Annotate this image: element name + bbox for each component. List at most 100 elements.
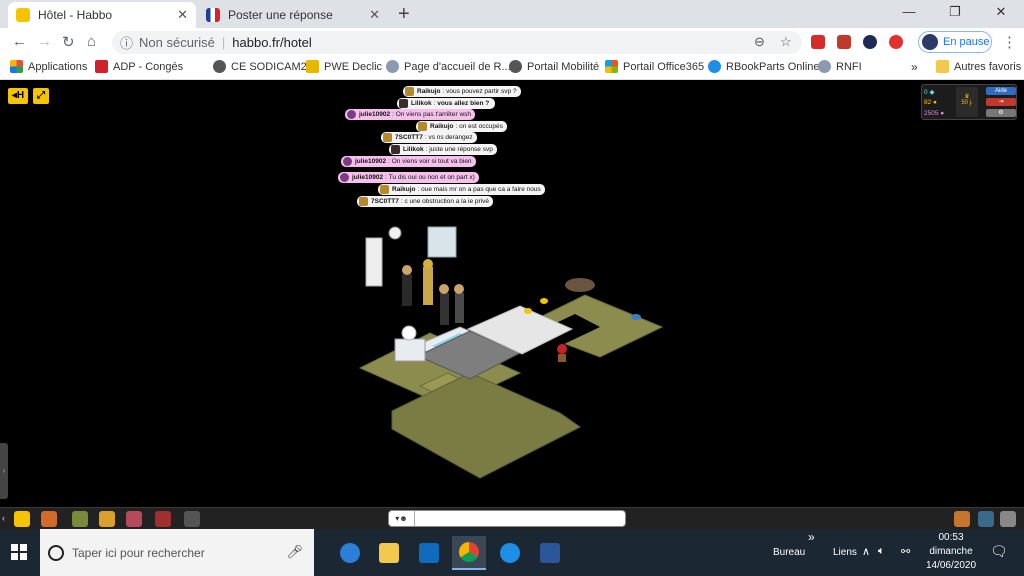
url-text[interactable]: habbo.fr/hotel — [232, 35, 312, 50]
search-placeholder: Taper ici pour rechercher — [72, 545, 205, 560]
bookmark-pwe-declic[interactable]: PWE Declic — [306, 60, 382, 73]
bookmark-rnfi[interactable]: RNFI — [818, 60, 862, 73]
forward-button[interactable]: → — [37, 33, 52, 50]
bookmark-applications[interactable]: Applications — [10, 60, 87, 73]
chat-input-box[interactable]: ▾ ☻ — [388, 510, 626, 527]
taskbar-clock[interactable]: 00:53 dimanche 14/06/2020 — [918, 531, 984, 573]
chat-bubble[interactable]: 7SC0TT7: c une obstruction a la ie privé — [357, 196, 494, 207]
bookmark-other-favorites[interactable]: Autres favoris — [936, 60, 1021, 73]
search-friends-icon[interactable] — [978, 511, 994, 527]
friends-icon[interactable] — [954, 511, 970, 527]
shop-icon[interactable] — [72, 511, 88, 527]
club-days: 50 j. — [961, 100, 973, 106]
address-bar[interactable]: ⓘ Non sécurisé | habbo.fr/hotel ⊖ ☆ — [112, 31, 802, 54]
chat-username: Raikujo — [430, 123, 454, 130]
chat-bubble[interactable]: 7SC0TT7: vs ns derangez — [381, 132, 477, 143]
info-icon[interactable]: ⓘ — [120, 33, 133, 52]
chat-input[interactable] — [415, 513, 625, 524]
bookmarks-overflow-button[interactable]: » — [911, 60, 918, 74]
close-window-button[interactable]: ✕ — [978, 4, 1024, 20]
file-explorer-icon[interactable] — [372, 536, 406, 570]
microphone-icon[interactable]: 🎤︎ — [286, 544, 303, 560]
settings-button[interactable]: ⚙ — [986, 109, 1016, 117]
room-scene[interactable] — [0, 81, 1024, 507]
new-tab-button[interactable]: + — [398, 3, 410, 26]
chat-bubble[interactable]: Raikujo: vous pouvez partir svp ? — [403, 86, 521, 97]
camera-icon[interactable] — [184, 511, 200, 527]
show-hidden-icons-button[interactable]: ∧ — [862, 545, 870, 558]
achievements-icon[interactable] — [155, 511, 171, 527]
taskbar-overflow-button[interactable]: » — [808, 530, 815, 544]
chat-bubble[interactable]: julie10902: Tu dis oui ou non et on part… — [338, 172, 479, 183]
bookmark-label: RNFI — [836, 60, 862, 73]
extension-icon[interactable] — [863, 35, 877, 49]
chat-style-selector[interactable]: ▾ ☻ — [389, 511, 415, 526]
word-icon[interactable] — [533, 536, 567, 570]
messenger-icon[interactable] — [1000, 511, 1016, 527]
inventory-icon[interactable] — [99, 511, 115, 527]
chrome-menu-icon[interactable]: ⋮ — [1002, 33, 1017, 51]
hotel-view-icon[interactable] — [14, 511, 30, 527]
bookmark-ce-sodicam2[interactable]: CE SODICAM2 — [213, 60, 307, 73]
bookmark-star-icon[interactable]: ☆ — [780, 34, 792, 50]
taskbar-search-box[interactable]: Taper ici pour rechercher 🎤︎ — [40, 529, 314, 576]
reload-button[interactable]: ↻ — [62, 33, 75, 51]
screen: Hôtel - Habbo ✕ Poster une réponse ✕ + —… — [0, 0, 1024, 576]
club-status[interactable]: ♛ 50 j. — [956, 87, 978, 117]
youtube-extension-icon[interactable] — [811, 35, 825, 49]
chrome-icon[interactable] — [452, 536, 486, 570]
restore-button[interactable]: ❐ — [932, 4, 978, 20]
windows-start-icon[interactable] — [11, 544, 27, 560]
tab-poster-reponse[interactable]: Poster une réponse ✕ — [198, 2, 388, 28]
notifications-icon[interactable]: 🗨︎ — [990, 543, 1008, 560]
avatar-head — [439, 284, 449, 294]
tab-habbo[interactable]: Hôtel - Habbo ✕ — [8, 2, 196, 28]
chat-bubble[interactable]: julie10902: On viens voir si tout va bie… — [341, 156, 476, 167]
salesforce-cloud-icon — [708, 60, 721, 73]
collapse-toolbar-icon[interactable]: ‹ — [2, 513, 5, 523]
back-button[interactable]: ← — [12, 33, 27, 50]
network-icon[interactable]: ⚯ — [901, 545, 910, 558]
bookmark-portail-office365[interactable]: Portail Office365 — [605, 60, 704, 73]
edge-icon[interactable] — [493, 536, 527, 570]
chat-bubble[interactable]: Lilikok: juste une réponse svp — [389, 144, 497, 155]
avatar[interactable] — [423, 267, 433, 305]
close-tab-icon[interactable]: ✕ — [369, 7, 380, 23]
chat-bubble[interactable]: Lilikok: vous allez bien ? — [397, 98, 496, 109]
habbo-game-canvas[interactable]: ◂H ⤢ Raikujo: vous pouvez partir svp ? … — [0, 81, 1024, 507]
bookmark-portail-mobilite[interactable]: Portail Mobilité — [509, 60, 599, 73]
chat-text: oue mais mr on a pas que ca a faire nous — [421, 186, 541, 193]
avatar-icon[interactable] — [126, 511, 142, 527]
bookmark-label: PWE Declic — [324, 60, 383, 73]
minimize-button[interactable]: — — [886, 4, 932, 19]
volume-icon[interactable]: 🔈︎ — [878, 545, 885, 558]
liens-toolbar[interactable]: Liens — [833, 547, 857, 558]
bookmark-rbookparts[interactable]: RBookParts Online — [708, 60, 820, 73]
outlook-icon[interactable] — [412, 536, 446, 570]
chevron-down-icon: ▾ — [395, 514, 400, 523]
side-panel-toggle[interactable]: › — [0, 443, 8, 499]
logout-button[interactable]: ⇥ — [986, 98, 1016, 106]
bookmark-page-accueil[interactable]: Page d'accueil de R... — [386, 60, 511, 73]
navigator-icon[interactable] — [41, 511, 57, 527]
bureau-toolbar[interactable]: Bureau — [773, 547, 805, 558]
abp-extension-icon[interactable] — [889, 35, 903, 49]
extension-icon[interactable] — [837, 35, 851, 49]
avatar[interactable] — [455, 293, 464, 323]
chat-username: Raikujo — [392, 186, 416, 193]
edge-legacy-icon[interactable] — [333, 536, 367, 570]
bookmark-adp-conges[interactable]: ADP - Congés — [95, 60, 183, 73]
profile-button[interactable]: En pause — [918, 31, 992, 53]
avatar[interactable] — [402, 274, 412, 306]
lamp-furniture — [401, 325, 417, 341]
close-tab-icon[interactable]: ✕ — [177, 7, 188, 23]
home-button[interactable]: ⌂ — [87, 33, 96, 50]
zoom-icon[interactable]: ⊖ — [754, 34, 765, 50]
chat-bubble[interactable]: Raikujo: oue mais mr on a pas que ca a f… — [378, 184, 545, 195]
chat-text: c une obstruction a la ie privé — [404, 198, 490, 205]
avatar[interactable] — [440, 293, 449, 325]
fridge-furniture — [427, 226, 457, 258]
help-button[interactable]: Aide — [986, 87, 1016, 95]
chat-bubble[interactable]: julie10902: On viens pas t'arrêter wsh — [345, 109, 476, 120]
chat-bubble[interactable]: Raikujo: on est occupés — [416, 121, 507, 132]
